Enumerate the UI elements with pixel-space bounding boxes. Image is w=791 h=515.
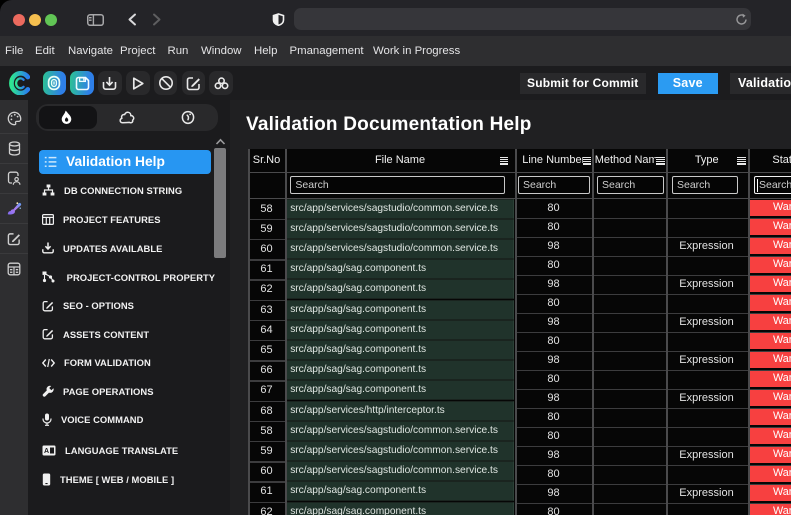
svg-text:A: A [44, 448, 49, 455]
